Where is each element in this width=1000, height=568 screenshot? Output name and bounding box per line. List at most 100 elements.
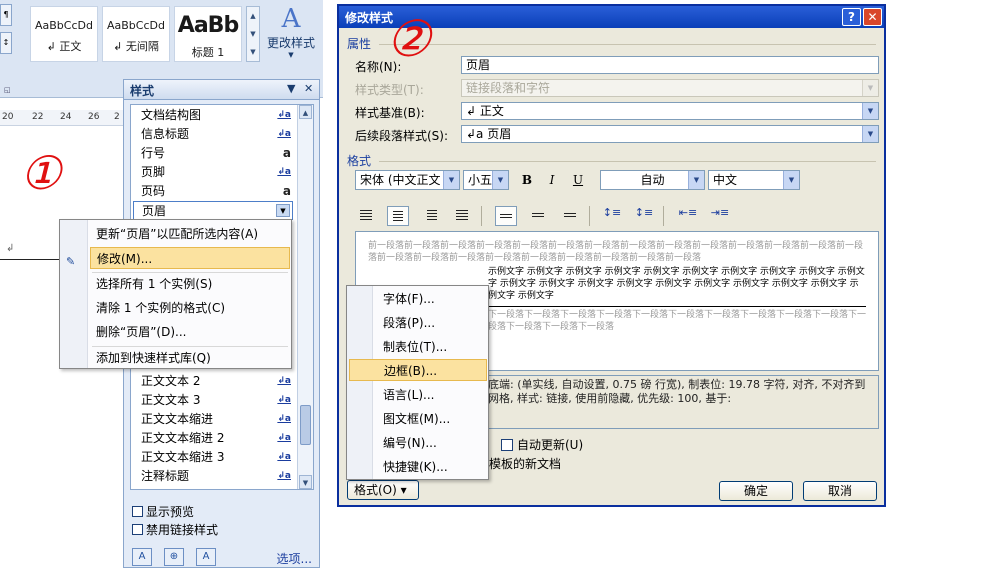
quick-style-normal[interactable]: AaBbCcDd ↲ 正文 <box>30 6 98 62</box>
menu-frame[interactable]: 图文框(M)... <box>349 408 487 430</box>
style-item-body-indent-2[interactable]: 正文文本缩进 2 ↲a <box>133 429 293 448</box>
menu-modify[interactable]: ✎ 修改(M)... <box>66 247 290 269</box>
ok-button[interactable]: 确定 <box>719 481 793 501</box>
style-item-body-text-2[interactable]: 正文文本 2 ↲a <box>133 372 293 391</box>
italic-button[interactable]: I <box>542 170 562 190</box>
decrease-indent-icon[interactable]: ⇤≡ <box>677 206 699 226</box>
quick-style-no-spacing[interactable]: AaBbCcDd ↲ 无间隔 <box>102 6 170 62</box>
linked-style-icon: ↲a <box>277 433 291 443</box>
options-link[interactable]: 选项... <box>277 550 312 567</box>
checkbox-label: 禁用链接样式 <box>146 523 219 537</box>
underline-button[interactable]: U <box>568 170 588 190</box>
menu-language[interactable]: 语言(L)... <box>349 384 487 406</box>
color-select[interactable]: 自动 ▼ <box>600 170 705 190</box>
style-item-message-header[interactable]: 信息标题 ↲a <box>133 125 293 144</box>
ruler: 20 22 24 26 2 <box>0 110 125 126</box>
help-icon[interactable]: ? <box>842 8 861 26</box>
gallery-scroll[interactable]: ▲ ▼ ▼ <box>246 6 260 62</box>
styles-pane-title: 样式 <box>130 84 155 98</box>
chevron-down-icon[interactable]: ▼ <box>492 171 508 189</box>
menu-clear-format[interactable]: 清除 1 个实例的格式(C) <box>90 297 290 319</box>
font-select[interactable]: 宋体 (中文正文 ▼ <box>355 170 460 190</box>
styles-pane-footer: A ⊕ A 选项... <box>132 548 314 568</box>
disable-linked-checkbox[interactable]: 禁用链接样式 <box>132 521 218 538</box>
close-icon[interactable]: ✕ <box>304 82 313 95</box>
cancel-button[interactable]: 取消 <box>803 481 877 501</box>
new-style-icon[interactable]: A <box>132 548 152 566</box>
menu-update-to-match[interactable]: 更新“页眉”以匹配所选内容(A) <box>90 223 290 245</box>
menu-tabs[interactable]: 制表位(T)... <box>349 336 487 358</box>
close-icon[interactable]: ✕ <box>863 8 882 26</box>
ruler-tick: 2 <box>114 112 120 122</box>
dialog-launcher-icon[interactable]: ◱ <box>4 86 11 94</box>
ruler-tick: 24 <box>60 112 72 122</box>
change-styles-button[interactable]: A 更改样式 ▼ <box>262 4 320 59</box>
annotation-one: ① <box>20 146 62 200</box>
linked-style-icon: ↲a <box>277 129 291 139</box>
gallery-more-icon[interactable]: ▼ <box>247 43 259 61</box>
increase-indent-icon[interactable]: ⇥≡ <box>709 206 731 226</box>
decrease-spacing-before-icon[interactable]: ↕≡ <box>633 206 655 226</box>
style-item-body-indent[interactable]: 正文文本缩进 ↲a <box>133 410 293 429</box>
scroll-up-icon[interactable]: ▲ <box>299 105 312 119</box>
style-item-body-text-3[interactable]: 正文文本 3 ↲a <box>133 391 293 410</box>
styles-scrollbar[interactable]: ▲ ▼ <box>297 105 313 489</box>
pane-menu-icon[interactable]: ▼ <box>287 82 295 95</box>
increase-spacing-before-icon[interactable]: ↕≡ <box>601 206 623 226</box>
menu-border[interactable]: 边框(B)... <box>349 359 487 381</box>
style-item-page-number[interactable]: 页码 a <box>133 182 293 201</box>
single-spacing-icon[interactable] <box>495 206 517 226</box>
auto-update-checkbox[interactable]: 自动更新(U) <box>501 436 583 453</box>
chevron-down-icon[interactable]: ▼ <box>862 103 878 119</box>
checkbox-box[interactable] <box>132 506 143 517</box>
language-select[interactable]: 中文 ▼ <box>708 170 800 190</box>
chevron-down-icon[interactable]: ▼ <box>783 171 799 189</box>
chevron-down-icon[interactable]: ▼ <box>862 126 878 142</box>
style-label: 信息标题 <box>141 127 190 141</box>
format-menu-button[interactable]: 格式(O) ▾ <box>347 480 419 500</box>
align-left-icon[interactable] <box>355 206 377 226</box>
style-item-doc-map[interactable]: 文档结构图 ↲a <box>133 106 293 125</box>
checkbox-box[interactable] <box>132 524 143 535</box>
name-input[interactable]: 页眉 <box>461 56 879 74</box>
one-half-spacing-icon[interactable] <box>527 206 549 226</box>
align-center-icon[interactable] <box>387 206 409 226</box>
menu-add-to-gallery[interactable]: 添加到快速样式库(Q) <box>90 347 290 369</box>
based-on-select[interactable]: ↲ 正文 ▼ <box>461 102 879 120</box>
new-documents-option-label[interactable]: 模板的新文档 <box>489 455 561 472</box>
menu-select-all[interactable]: 选择所有 1 个实例(S) <box>90 273 290 295</box>
menu-delete[interactable]: 删除“页眉”(D)... <box>90 321 290 343</box>
menu-shortcut-key[interactable]: 快捷键(K)... <box>349 456 487 478</box>
align-justify-icon[interactable] <box>451 206 473 226</box>
style-item-header[interactable]: 页眉 ▼ <box>133 201 293 220</box>
align-right-icon[interactable] <box>419 206 441 226</box>
sort-button[interactable]: ↕ <box>0 32 12 54</box>
linked-style-icon: ↲a <box>277 395 291 405</box>
menu-paragraph[interactable]: 段落(P)... <box>349 312 487 334</box>
menu-font[interactable]: 字体(F)... <box>349 288 487 310</box>
checkbox-box[interactable] <box>501 439 513 451</box>
gallery-down-icon[interactable]: ▼ <box>247 25 259 43</box>
size-select[interactable]: 小五 ▼ <box>463 170 509 190</box>
gallery-up-icon[interactable]: ▲ <box>247 7 259 25</box>
manage-styles-icon[interactable]: A <box>196 548 216 566</box>
style-inspector-icon[interactable]: ⊕ <box>164 548 184 566</box>
style-item-note-heading[interactable]: 注释标题 ↲a <box>133 467 293 486</box>
ruler-tick: 20 <box>2 112 14 122</box>
scroll-thumb[interactable] <box>300 405 311 445</box>
menu-numbering[interactable]: 编号(N)... <box>349 432 487 454</box>
chevron-down-icon[interactable]: ▼ <box>688 171 704 189</box>
chevron-down-icon[interactable]: ▼ <box>443 171 459 189</box>
chevron-down-icon[interactable]: ▼ <box>276 204 290 217</box>
next-style-label: 后续段落样式(S): <box>355 129 449 143</box>
show-preview-checkbox[interactable]: 显示预览 <box>132 503 194 520</box>
style-item-line-number[interactable]: 行号 a <box>133 144 293 163</box>
next-style-select[interactable]: ↲a 页眉 ▼ <box>461 125 879 143</box>
double-spacing-icon[interactable] <box>559 206 581 226</box>
style-item-body-indent-3[interactable]: 正文文本缩进 3 ↲a <box>133 448 293 467</box>
scroll-down-icon[interactable]: ▼ <box>299 475 312 489</box>
paragraph-mark-button[interactable]: ¶ <box>0 4 12 26</box>
style-item-footer[interactable]: 页脚 ↲a <box>133 163 293 182</box>
bold-button[interactable]: B <box>517 170 537 190</box>
quick-style-heading-1[interactable]: AaBb 标题 1 <box>174 6 242 62</box>
